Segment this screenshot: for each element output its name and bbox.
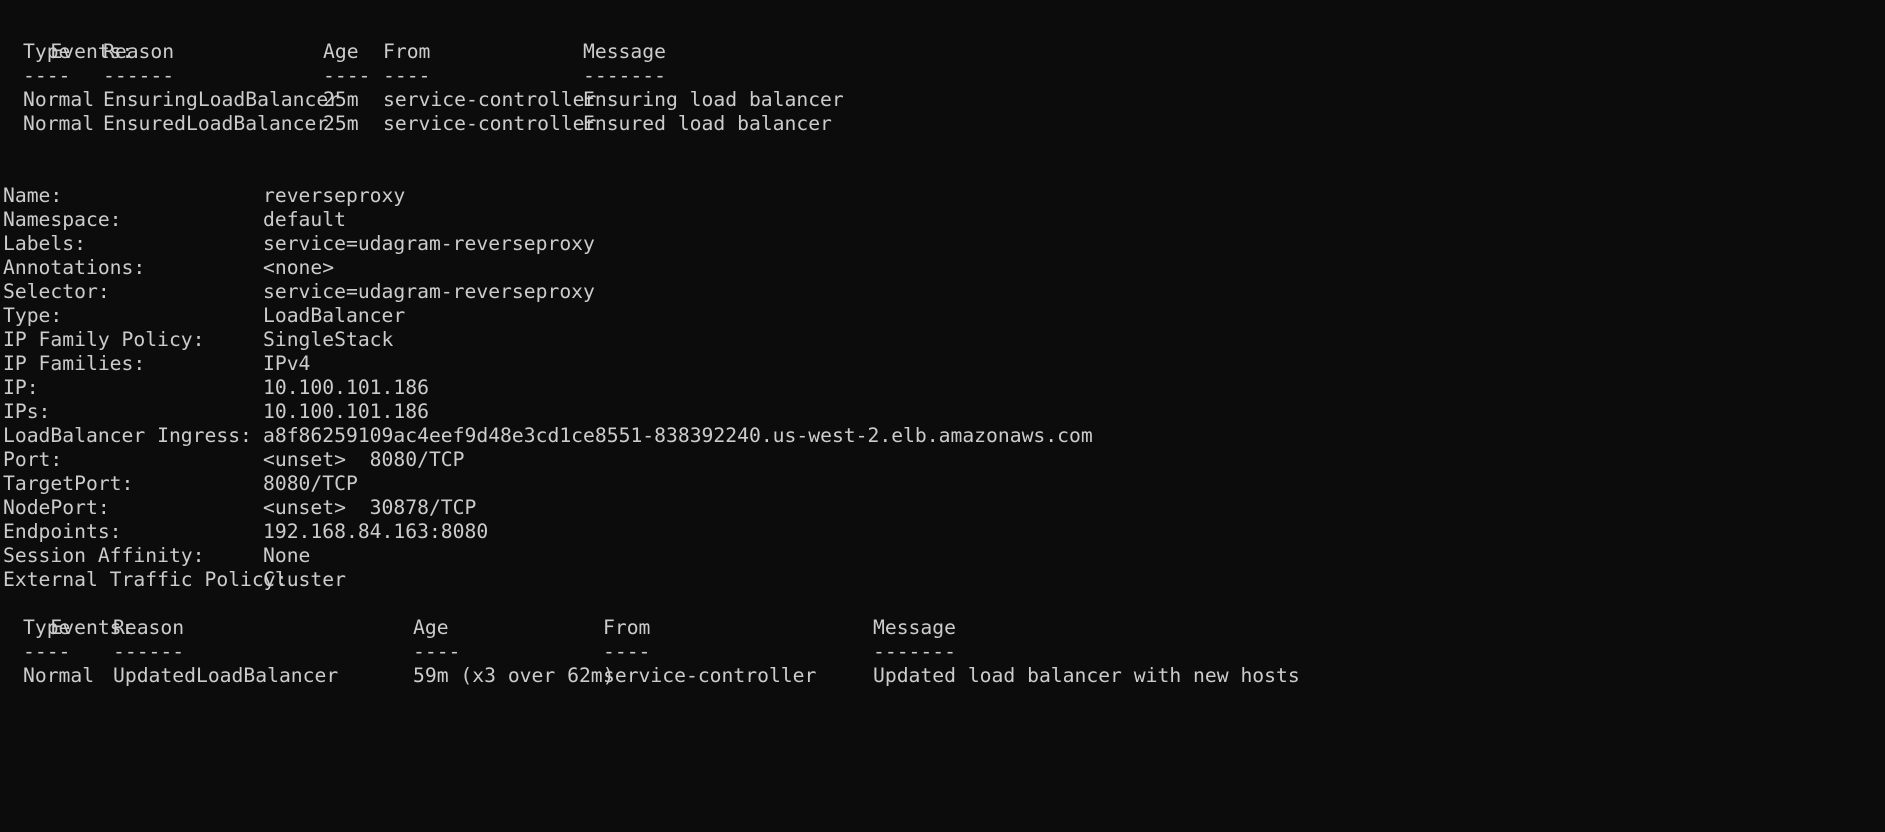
field-row: Port: <unset> 8080/TCP	[3, 448, 1885, 472]
field-key: Endpoints:	[3, 520, 122, 543]
field-key: Selector:	[3, 280, 110, 303]
col-message-header: Message	[873, 616, 956, 639]
field-value: 8080/TCP	[263, 472, 358, 495]
dash: ----	[603, 640, 651, 663]
col-type-header: Type	[23, 40, 71, 63]
field-row: IP Families: IPv4	[3, 352, 1885, 376]
field-value: <unset> 8080/TCP	[263, 448, 465, 471]
field-row: External Traffic Policy: Cluster	[3, 568, 1885, 592]
field-key: Port:	[3, 448, 63, 471]
col-age-header: Age	[323, 40, 359, 63]
field-key: Namespace:	[3, 208, 122, 231]
event-message: Updated load balancer with new hosts	[873, 664, 1300, 687]
field-key: Session Affinity:	[3, 544, 205, 567]
field-row: Endpoints: 192.168.84.163:8080	[3, 520, 1885, 544]
field-row: Session Affinity: None	[3, 544, 1885, 568]
events-dash-row-1: ---- ------ ---- ---- -------	[3, 64, 1885, 88]
field-value: 10.100.101.186	[263, 376, 429, 399]
field-row: Type: LoadBalancer	[3, 304, 1885, 328]
event-type: Normal	[23, 664, 95, 687]
field-key: IP Families:	[3, 352, 146, 375]
col-from-header: From	[383, 40, 431, 63]
event-age: 25m	[323, 88, 359, 111]
event-reason: EnsuredLoadBalancer	[103, 112, 329, 135]
dash: ------	[103, 64, 175, 87]
field-row: IP: 10.100.101.186	[3, 376, 1885, 400]
field-value: <none>	[263, 256, 335, 279]
field-value: IPv4	[263, 352, 311, 375]
event-type: Normal	[23, 88, 95, 111]
dash: -------	[873, 640, 956, 663]
field-key: Labels:	[3, 232, 86, 255]
dash: ----	[23, 64, 71, 87]
field-row: Selector: service=udagram-reverseproxy	[3, 280, 1885, 304]
dash: ----	[23, 640, 71, 663]
field-row: Name: reverseproxy	[3, 184, 1885, 208]
field-key: TargetPort:	[3, 472, 134, 495]
field-key: LoadBalancer Ingress:	[3, 424, 252, 447]
field-value: LoadBalancer	[263, 304, 406, 327]
event-from: service-controller	[603, 664, 817, 687]
col-reason-header: Reason	[113, 616, 185, 639]
event-row: Normal EnsuredLoadBalancer 25m service-c…	[3, 112, 1885, 136]
dash: ------	[113, 640, 185, 663]
field-key: NodePort:	[3, 496, 110, 519]
event-from: service-controller	[383, 112, 597, 135]
field-value: default	[263, 208, 346, 231]
events-label-1: Events:	[3, 16, 1885, 63]
events-dash-row-2: ---- ------ ---- ---- -------	[3, 640, 1885, 664]
field-value: 192.168.84.163:8080	[263, 520, 489, 543]
col-reason-header: Reason	[103, 40, 175, 63]
field-key: IP:	[3, 376, 39, 399]
event-age: 59m (x3 over 62m)	[413, 664, 615, 687]
field-row: Namespace: default	[3, 208, 1885, 232]
event-message: Ensured load balancer	[583, 112, 832, 135]
col-type-header: Type	[23, 616, 71, 639]
col-from-header: From	[603, 616, 651, 639]
field-value: reverseproxy	[263, 184, 406, 207]
events-label-2: Events:	[3, 592, 1885, 639]
terminal-output: y Events: Type Reason Age From Message -…	[3, 2, 1885, 687]
field-value: service=udagram-reverseproxy	[263, 232, 595, 255]
field-key: External Traffic Policy:	[3, 568, 288, 591]
field-row: NodePort: <unset> 30878/TCP	[3, 496, 1885, 520]
event-reason: UpdatedLoadBalancer	[113, 664, 339, 687]
field-key: Type:	[3, 304, 63, 327]
field-value: <unset> 30878/TCP	[263, 496, 477, 519]
events-header-row-2: Type Reason Age From Message	[3, 616, 1885, 640]
dash: -------	[583, 64, 666, 87]
event-age: 25m	[323, 112, 359, 135]
field-key: IPs:	[3, 400, 51, 423]
field-value: service=udagram-reverseproxy	[263, 280, 595, 303]
events-header-row-1: Type Reason Age From Message	[3, 40, 1885, 64]
field-key: Annotations:	[3, 256, 146, 279]
field-row: LoadBalancer Ingress: a8f86259109ac4eef9…	[3, 424, 1885, 448]
partial-line: y	[3, 2, 1885, 16]
field-row: IPs: 10.100.101.186	[3, 400, 1885, 424]
col-age-header: Age	[413, 616, 449, 639]
field-value: 10.100.101.186	[263, 400, 429, 423]
event-reason: EnsuringLoadBalancer	[103, 88, 341, 111]
field-row: Labels: service=udagram-reverseproxy	[3, 232, 1885, 256]
field-key: Name:	[3, 184, 63, 207]
field-value: SingleStack	[263, 328, 394, 351]
event-from: service-controller	[383, 88, 597, 111]
field-value: Cluster	[263, 568, 346, 591]
dash: ----	[413, 640, 461, 663]
field-row: Annotations: <none>	[3, 256, 1885, 280]
field-row: IP Family Policy: SingleStack	[3, 328, 1885, 352]
event-row: Normal UpdatedLoadBalancer 59m (x3 over …	[3, 664, 1885, 688]
field-value: a8f86259109ac4eef9d48e3cd1ce8551-8383922…	[263, 424, 1093, 447]
col-message-header: Message	[583, 40, 666, 63]
field-value: None	[263, 544, 311, 567]
dash: ----	[323, 64, 371, 87]
field-row: TargetPort: 8080/TCP	[3, 472, 1885, 496]
event-message: Ensuring load balancer	[583, 88, 844, 111]
event-row: Normal EnsuringLoadBalancer 25m service-…	[3, 88, 1885, 112]
field-key: IP Family Policy:	[3, 328, 205, 351]
dash: ----	[383, 64, 431, 87]
event-type: Normal	[23, 112, 95, 135]
